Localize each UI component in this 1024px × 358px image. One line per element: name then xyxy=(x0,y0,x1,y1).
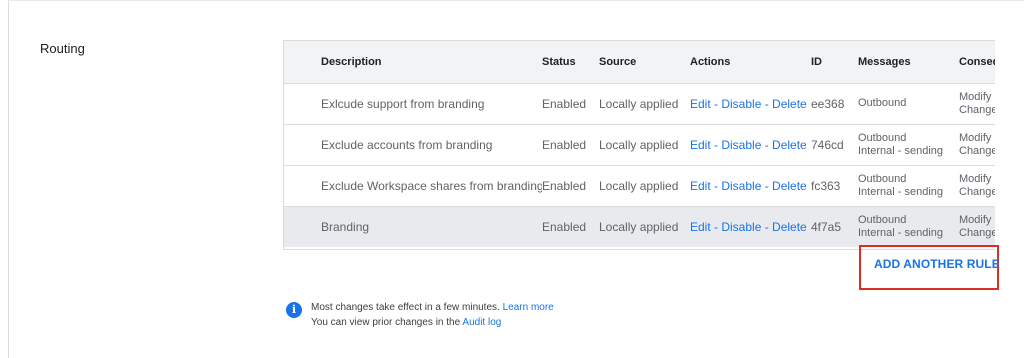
rule-consequences: Modify Change xyxy=(959,124,995,165)
rule-description: Exclude accounts from branding xyxy=(321,137,493,152)
rule-consequence-line-2: Change xyxy=(959,226,995,239)
rule-messages-line-2: Internal - sending xyxy=(858,144,943,157)
rule-status: Enabled xyxy=(542,137,587,152)
section-title: Routing xyxy=(40,41,85,56)
rule-source: Locally applied xyxy=(599,137,679,152)
rule-status: Enabled xyxy=(542,178,587,193)
rule-consequence-line-1: Modify xyxy=(959,172,992,185)
rule-messages-line-1: Outbound xyxy=(858,97,907,109)
add-another-rule-button[interactable]: ADD ANOTHER RULE xyxy=(874,257,1000,271)
info-line-2-text: You can view prior changes in the xyxy=(311,317,461,328)
audit-log-link[interactable]: Audit log xyxy=(462,317,501,328)
rule-messages-line-2: Internal - sending xyxy=(858,226,943,239)
rule-consequence-line-2: Change xyxy=(959,103,995,116)
rule-actions-links[interactable]: Edit - Disable - Delete xyxy=(690,165,811,206)
rule-consequences: Modify Change xyxy=(959,165,995,206)
column-header-id[interactable]: ID xyxy=(811,41,858,83)
rule-consequence-line-1: Modify xyxy=(959,90,992,103)
rule-id: fc363 xyxy=(811,178,841,193)
rule-actions-links[interactable]: Edit - Disable - Delete xyxy=(690,206,811,247)
column-header-consequences[interactable]: Consequences xyxy=(959,41,995,83)
learn-more-link[interactable]: Learn more xyxy=(503,302,554,313)
info-icon: i xyxy=(286,302,302,318)
rule-id: ee368 xyxy=(811,96,845,111)
rule-messages: Outbound Internal - sending xyxy=(858,124,959,165)
info-line-1-text: Most changes take effect in a few minute… xyxy=(311,302,500,313)
rule-consequences: Modify Change xyxy=(959,206,995,247)
rule-messages-line-1: Outbound xyxy=(858,172,907,185)
rule-messages: Outbound Internal - sending xyxy=(858,165,959,206)
rule-messages-line-1: Outbound xyxy=(858,213,907,226)
column-header-source[interactable]: Source xyxy=(599,41,690,83)
info-line-1: Most changes take effect in a few minute… xyxy=(311,300,554,315)
table-header-row: Description Status Source Actions ID Mes… xyxy=(284,41,995,83)
rule-actions-links[interactable]: Edit - Disable - Delete xyxy=(690,83,811,124)
rule-actions-links[interactable]: Edit - Disable - Delete xyxy=(690,124,811,165)
rule-source: Locally applied xyxy=(599,219,679,234)
rule-source: Locally applied xyxy=(599,178,679,193)
rule-messages-line-1: Outbound xyxy=(858,131,907,144)
table-row[interactable]: Exclude Workspace shares from branding E… xyxy=(284,165,995,206)
rule-consequence-line-2: Change xyxy=(959,185,995,198)
column-header-status[interactable]: Status xyxy=(542,41,599,83)
rule-description: Exclude Workspace shares from branding xyxy=(321,178,542,193)
table-row[interactable]: Exclude accounts from branding Enabled L… xyxy=(284,124,995,165)
rule-messages: Outbound Internal - sending xyxy=(858,206,959,247)
column-header-actions: Actions xyxy=(690,55,731,68)
rule-messages-line-2: Internal - sending xyxy=(858,185,943,198)
rule-status: Enabled xyxy=(542,96,587,111)
column-header-messages[interactable]: Messages xyxy=(858,41,959,83)
column-header-description[interactable]: Description xyxy=(321,41,542,83)
panel-left-border xyxy=(8,0,9,358)
table-row[interactable]: Exlcude support from branding Enabled Lo… xyxy=(284,83,995,124)
rule-consequence-line-2: Change xyxy=(959,144,995,157)
rule-status: Enabled xyxy=(542,219,587,234)
rule-description: Exlcude support from branding xyxy=(321,96,485,111)
rule-description: Branding xyxy=(321,219,370,234)
rule-id: 4f7a5 xyxy=(811,219,842,234)
panel-top-border xyxy=(8,0,1024,1)
rule-consequence-line-1: Modify xyxy=(959,213,992,226)
rule-messages: Outbound xyxy=(858,83,959,124)
info-line-2: You can view prior changes in the Audit … xyxy=(311,315,554,330)
rule-consequences: Modify Change xyxy=(959,83,995,124)
rules-table: Description Status Source Actions ID Mes… xyxy=(283,40,995,250)
rule-consequence-line-1: Modify xyxy=(959,131,992,144)
rule-id: 746cd xyxy=(811,137,844,152)
rule-source: Locally applied xyxy=(599,96,679,111)
table-row-selected[interactable]: Branding Enabled Locally applied Edit - … xyxy=(284,206,995,247)
info-message: Most changes take effect in a few minute… xyxy=(311,300,554,330)
